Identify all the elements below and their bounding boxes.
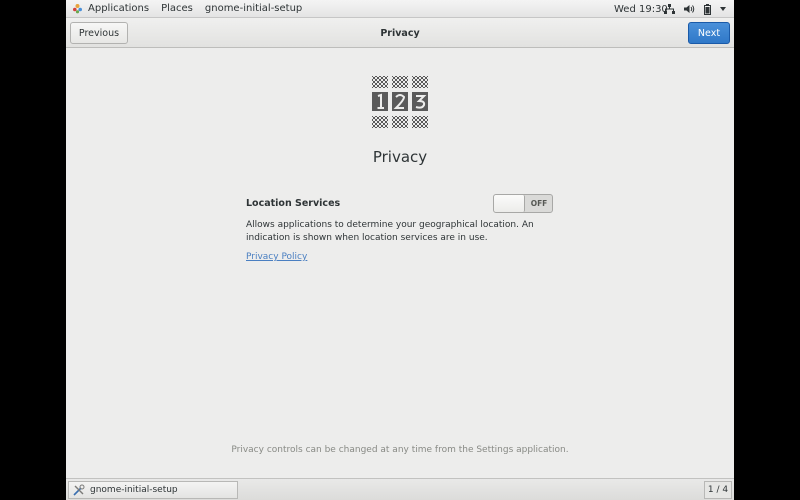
previous-button[interactable]: Previous [70,22,128,44]
clock-label: Wed 19:30 [614,3,668,15]
applications-menu[interactable]: Applications [66,0,155,18]
applications-label: Applications [88,3,150,14]
privacy-page: Privacy Location Services OFF Allows app… [66,48,734,478]
location-services-label: Location Services [246,198,341,209]
privacy-icon [371,75,429,129]
privacy-policy-link[interactable]: Privacy Policy [246,252,307,262]
top-bar: Applications Places gnome-initial-setup … [66,0,734,18]
volume-icon [684,4,695,14]
setup-tools-icon [73,484,85,496]
window-list-item-label: gnome-initial-setup [90,485,178,495]
next-button[interactable]: Next [688,22,730,44]
header-bar: Privacy Previous Next [66,18,734,48]
window-list-item[interactable]: gnome-initial-setup [68,481,238,499]
battery-icon [704,3,711,15]
switch-knob[interactable] [494,195,525,212]
system-status-area[interactable] [664,0,726,18]
header-title: Privacy [380,27,420,39]
app-menu[interactable]: gnome-initial-setup [199,0,308,18]
places-label: Places [161,3,193,14]
gnome-foot-icon [72,3,83,14]
window-list-bar: gnome-initial-setup 1 / 4 [66,478,734,500]
switch-state-label: OFF [530,199,548,208]
location-services-switch[interactable]: OFF [493,194,553,213]
places-menu[interactable]: Places [155,0,199,18]
menu-arrow-icon [720,7,726,11]
network-icon [664,4,675,14]
page-title: Privacy [372,148,428,166]
footer-note: Privacy controls can be changed at any t… [231,445,569,455]
clock[interactable]: Wed 19:30 [614,0,668,18]
location-services-description: Allows applications to determine your ge… [246,220,534,243]
app-menu-label: gnome-initial-setup [204,3,303,14]
workspace-indicator[interactable]: 1 / 4 [704,481,732,499]
